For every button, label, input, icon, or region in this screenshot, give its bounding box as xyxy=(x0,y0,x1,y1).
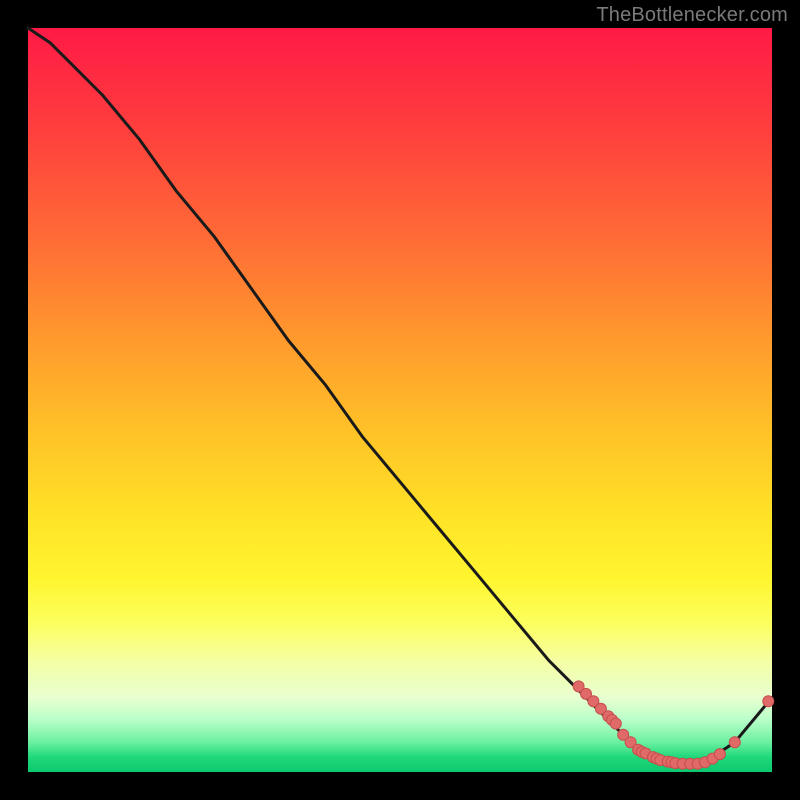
highlight-point xyxy=(729,737,740,748)
chart-frame: TheBottlenecker.com xyxy=(0,0,800,800)
chart-svg xyxy=(28,28,772,772)
gradient-plot-area xyxy=(28,28,772,772)
highlight-points-group xyxy=(573,681,774,769)
highlight-point xyxy=(714,749,725,760)
bottleneck-curve xyxy=(28,28,772,765)
highlight-point xyxy=(763,696,774,707)
highlight-point xyxy=(610,718,621,729)
attribution-label: TheBottlenecker.com xyxy=(596,4,788,27)
